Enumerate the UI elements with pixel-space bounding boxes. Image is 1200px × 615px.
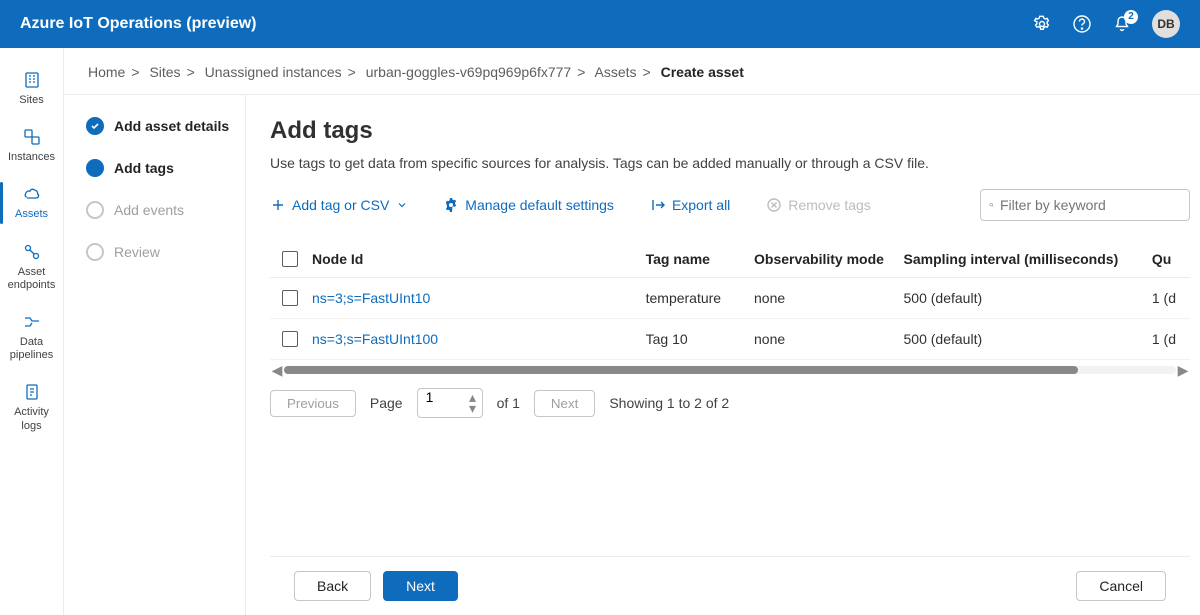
cell-queue: 1 (d <box>1152 278 1190 319</box>
remove-tags-button: Remove tags <box>766 197 870 213</box>
node-id-link[interactable]: ns=3;s=FastUInt100 <box>312 331 438 347</box>
crumb-assets[interactable]: Assets <box>595 64 637 80</box>
page-content: Add tags Use tags to get data from speci… <box>246 95 1200 615</box>
avatar[interactable]: DB <box>1152 10 1180 38</box>
cell-observability: none <box>754 278 904 319</box>
breadcrumb: Home> Sites> Unassigned instances> urban… <box>64 48 1200 95</box>
page-title: Add tags <box>270 117 1190 145</box>
tags-table: Node Id Tag name Observability mode Samp… <box>270 241 1190 360</box>
stepper-down-icon[interactable]: ▾ <box>466 404 480 414</box>
filter-input-box[interactable] <box>980 189 1190 221</box>
nav-data-pipelines[interactable]: Data pipelines <box>0 302 63 372</box>
page-description: Use tags to get data from specific sourc… <box>270 155 1190 171</box>
horizontal-scrollbar[interactable]: ◀ ▶ <box>270 364 1190 376</box>
col-node-id[interactable]: Node Id <box>312 241 646 278</box>
step-label: Add tags <box>114 160 174 176</box>
step-label: Add asset details <box>114 118 229 134</box>
remove-icon <box>766 197 782 213</box>
add-tag-label: Add tag or CSV <box>292 197 389 213</box>
cell-sampling: 500 (default) <box>904 319 1152 360</box>
search-icon <box>989 198 994 212</box>
step-label: Review <box>114 244 160 260</box>
plus-icon <box>270 197 286 213</box>
cell-tag-name: Tag 10 <box>646 319 754 360</box>
crumb-sites[interactable]: Sites <box>149 64 180 80</box>
notifications-icon[interactable]: 2 <box>1112 14 1132 34</box>
step-review[interactable]: Review <box>86 243 233 261</box>
step-label: Add events <box>114 202 184 218</box>
toolbar: Add tag or CSV Manage default settings E… <box>270 189 1190 221</box>
select-all-checkbox[interactable] <box>282 251 298 267</box>
cell-sampling: 500 (default) <box>904 278 1152 319</box>
col-sampling-interval[interactable]: Sampling interval (milliseconds) <box>904 241 1152 278</box>
page-label: Page <box>370 395 403 411</box>
cancel-button[interactable]: Cancel <box>1076 571 1166 601</box>
cell-queue: 1 (d <box>1152 319 1190 360</box>
cell-tag-name: temperature <box>646 278 754 319</box>
nav-instances[interactable]: Instances <box>0 117 63 174</box>
product-title: Azure IoT Operations (preview) <box>20 15 1032 33</box>
cell-observability: none <box>754 319 904 360</box>
help-icon[interactable] <box>1072 14 1092 34</box>
node-id-link[interactable]: ns=3;s=FastUInt10 <box>312 290 430 306</box>
nav-asset-endpoints-label: Asset endpoints <box>4 266 59 292</box>
next-page-button[interactable]: Next <box>534 390 595 417</box>
crumb-instance[interactable]: urban-goggles-v69pq969p6fx777 <box>366 64 572 80</box>
page-total: of 1 <box>497 395 520 411</box>
header-actions: 2 DB <box>1032 10 1180 38</box>
manage-defaults-label: Manage default settings <box>465 197 614 213</box>
wizard-footer: Back Next Cancel <box>270 556 1190 615</box>
nav-assets[interactable]: Assets <box>0 174 63 231</box>
notification-count: 2 <box>1124 10 1138 24</box>
pagination: Previous Page ▴▾ of 1 Next Showing 1 to … <box>270 388 1190 418</box>
crumb-unassigned[interactable]: Unassigned instances <box>205 64 342 80</box>
nav-asset-endpoints[interactable]: Asset endpoints <box>0 232 63 302</box>
gear-icon <box>443 197 459 213</box>
crumb-home[interactable]: Home <box>88 64 125 80</box>
left-nav: Sites Instances Assets Asset endpoints D… <box>0 48 64 615</box>
nav-assets-label: Assets <box>15 208 48 221</box>
nav-activity-logs[interactable]: Activity logs <box>0 372 63 442</box>
row-checkbox[interactable] <box>282 290 298 306</box>
nav-sites-label: Sites <box>19 94 43 107</box>
back-button[interactable]: Back <box>294 571 371 601</box>
export-all-button[interactable]: Export all <box>650 197 730 213</box>
crumb-current: Create asset <box>661 64 744 80</box>
step-add-tags[interactable]: Add tags <box>86 159 233 177</box>
scroll-right-icon[interactable]: ▶ <box>1176 364 1190 376</box>
add-tag-button[interactable]: Add tag or CSV <box>270 197 407 213</box>
nav-instances-label: Instances <box>8 151 55 164</box>
step-add-asset-details[interactable]: Add asset details <box>86 117 233 135</box>
nav-activity-logs-label: Activity logs <box>4 406 59 432</box>
col-tag-name[interactable]: Tag name <box>646 241 754 278</box>
step-add-events[interactable]: Add events <box>86 201 233 219</box>
page-number-input[interactable] <box>426 389 464 405</box>
table-row: ns=3;s=FastUInt100 Tag 10 none 500 (defa… <box>270 319 1190 360</box>
settings-icon[interactable] <box>1032 14 1052 34</box>
nav-sites[interactable]: Sites <box>0 60 63 117</box>
showing-text: Showing 1 to 2 of 2 <box>609 395 729 411</box>
table-row: ns=3;s=FastUInt10 temperature none 500 (… <box>270 278 1190 319</box>
chevron-down-icon <box>397 200 407 210</box>
remove-tags-label: Remove tags <box>788 197 870 213</box>
manage-defaults-button[interactable]: Manage default settings <box>443 197 614 213</box>
col-observability[interactable]: Observability mode <box>754 241 904 278</box>
wizard-stepper: Add asset details Add tags Add events Re… <box>64 95 246 615</box>
row-checkbox[interactable] <box>282 331 298 347</box>
nav-data-pipelines-label: Data pipelines <box>4 336 59 362</box>
filter-input[interactable] <box>1000 197 1181 213</box>
export-icon <box>650 197 666 213</box>
next-button[interactable]: Next <box>383 571 458 601</box>
scroll-left-icon[interactable]: ◀ <box>270 364 284 376</box>
previous-page-button[interactable]: Previous <box>270 390 356 417</box>
page-number-input-wrap[interactable]: ▴▾ <box>417 388 483 418</box>
export-all-label: Export all <box>672 197 730 213</box>
col-queue[interactable]: Qu <box>1152 241 1190 278</box>
app-header: Azure IoT Operations (preview) 2 DB <box>0 0 1200 48</box>
